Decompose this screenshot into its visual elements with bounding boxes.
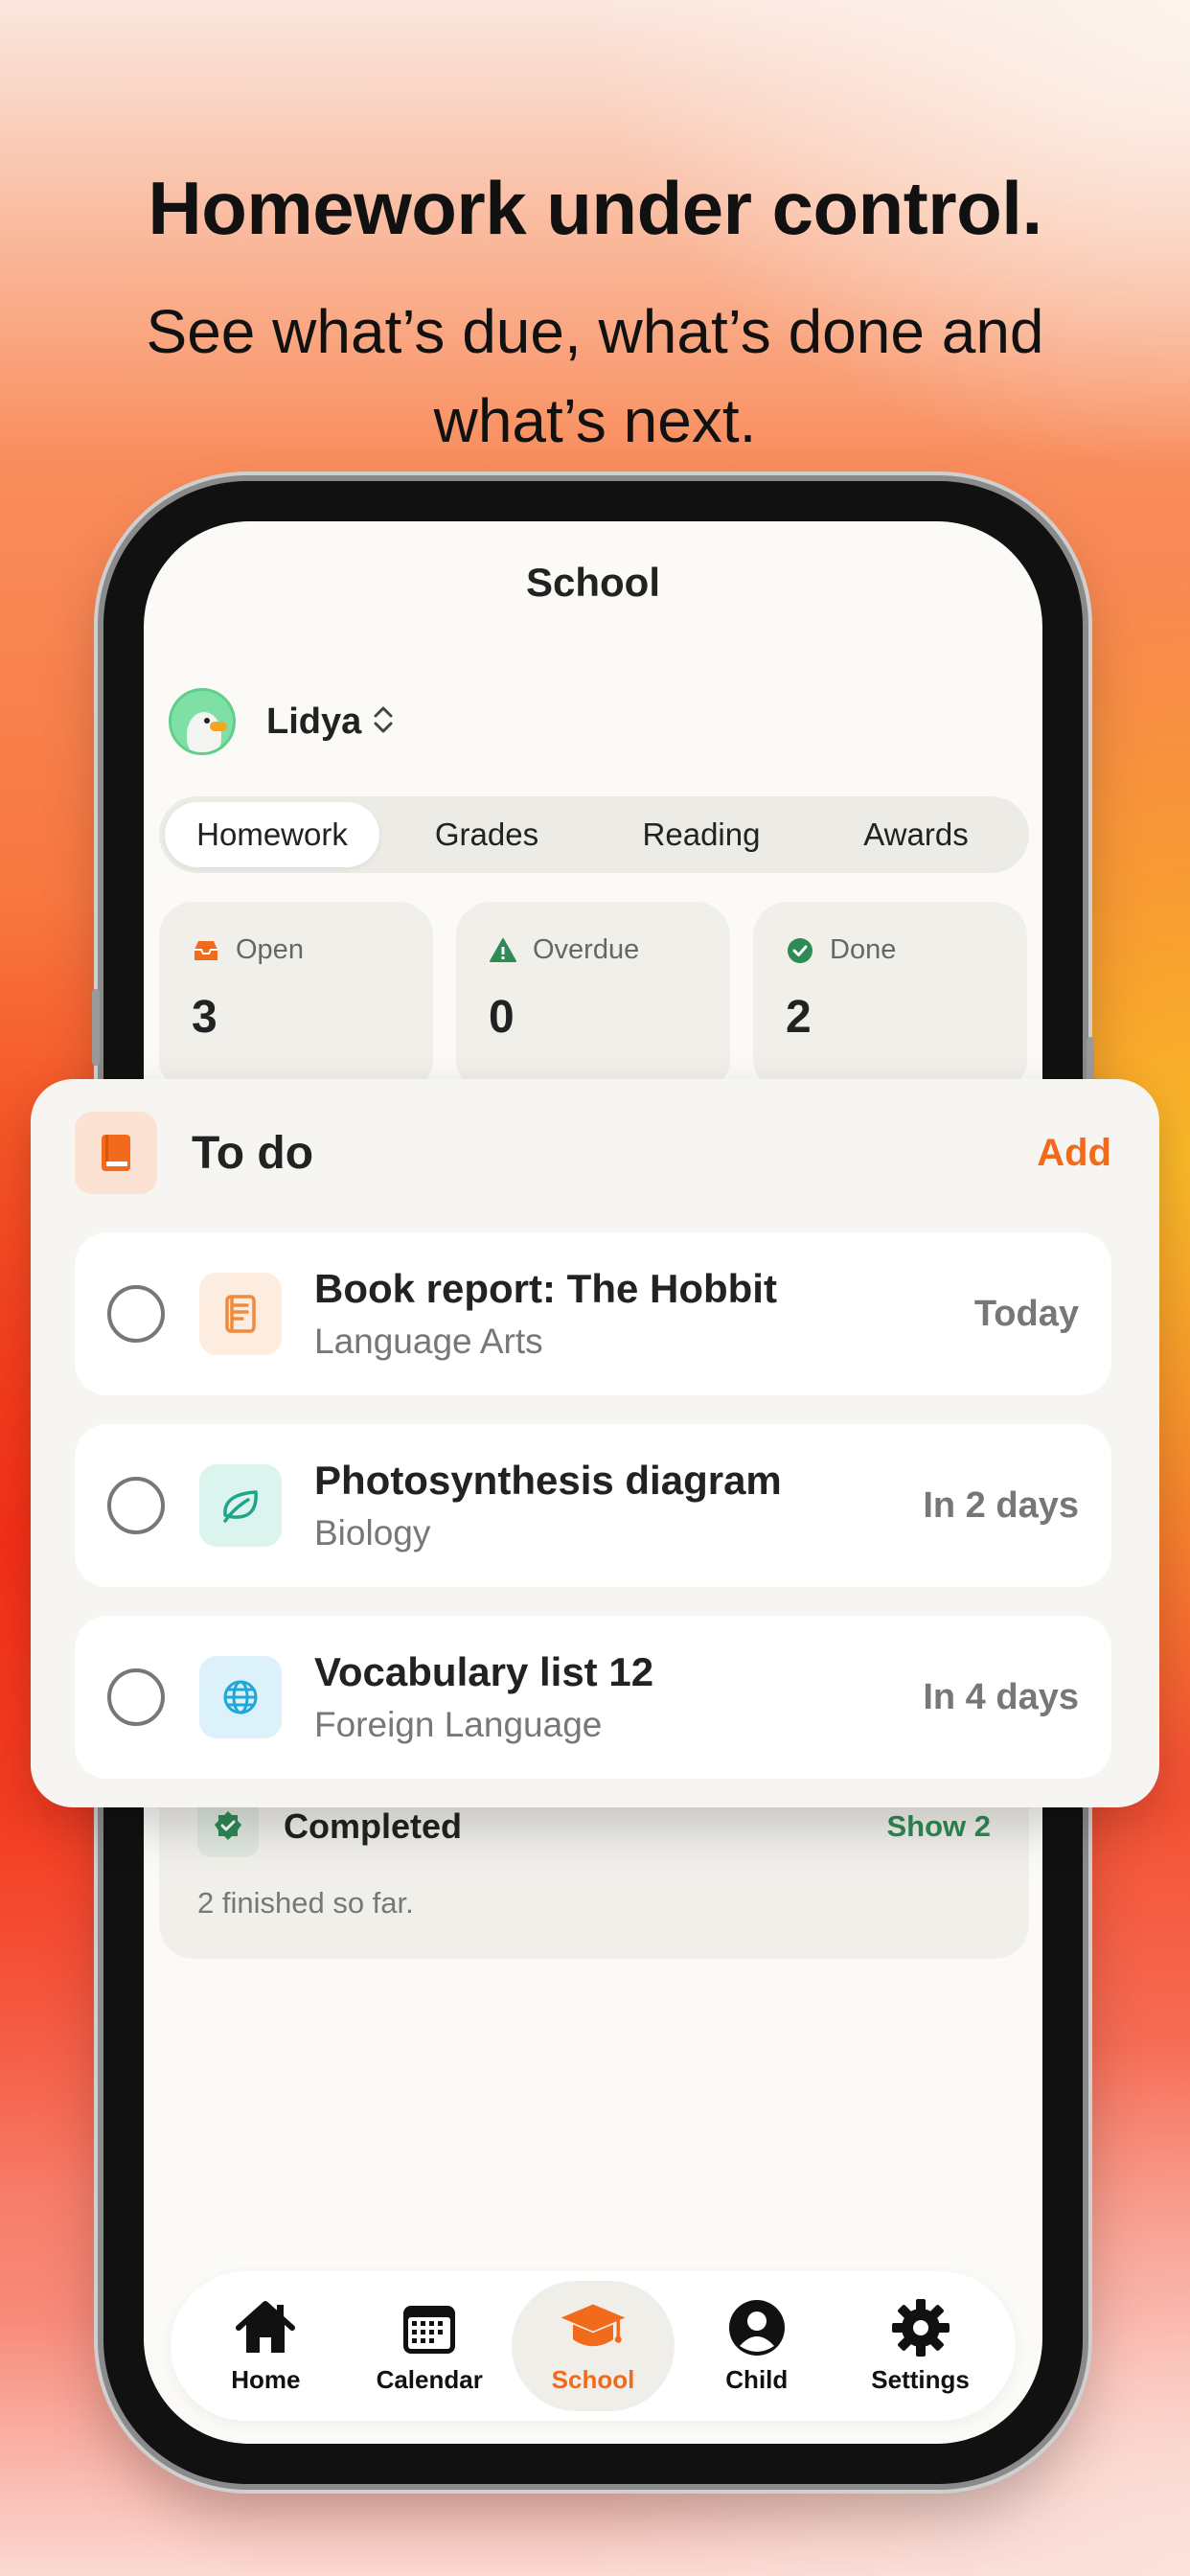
stat-value: 3 — [192, 992, 217, 1043]
stat-label: Done — [830, 934, 897, 965]
task-subject: Foreign Language — [314, 1705, 603, 1744]
tab-label: Home — [231, 2364, 301, 2394]
stat-value: 2 — [786, 992, 812, 1043]
marketing-subline: See what’s due, what’s done and what’s n… — [146, 297, 1044, 455]
tab-child[interactable]: Child — [675, 2281, 838, 2411]
stat-open[interactable]: Open 3 — [159, 902, 433, 1093]
todo-title: To do — [192, 1127, 314, 1179]
profile-switcher[interactable]: Lidya — [169, 688, 394, 755]
stat-overdue[interactable]: Overdue 0 — [456, 902, 730, 1093]
page-title: School — [525, 560, 660, 605]
phone-side-button — [92, 989, 100, 1066]
task-due: In 2 days — [923, 1484, 1079, 1526]
task-checkbox[interactable] — [107, 1285, 165, 1343]
tab-school[interactable]: School — [511, 2281, 675, 2411]
profile-name: Lidya — [266, 701, 362, 742]
calendar-icon — [396, 2298, 463, 2358]
graduation-cap-icon — [560, 2298, 627, 2358]
task-due: Today — [973, 1293, 1079, 1334]
segmented-control: Homework Grades Reading Awards — [159, 796, 1029, 873]
tab-home[interactable]: Home — [184, 2281, 348, 2411]
task-due: In 4 days — [923, 1676, 1079, 1717]
stat-label: Open — [236, 934, 304, 965]
task-subject: Biology — [314, 1513, 431, 1552]
stat-done[interactable]: Done 2 — [753, 902, 1027, 1093]
tab-settings[interactable]: Settings — [838, 2281, 1002, 2411]
task-row[interactable]: Photosynthesis diagram Biology In 2 days — [75, 1424, 1111, 1587]
completed-subtitle: 2 finished so far. — [197, 1886, 414, 1920]
avatar — [169, 688, 236, 755]
task-title: Book report: The Hobbit — [314, 1266, 777, 1311]
task-checkbox[interactable] — [107, 1477, 165, 1534]
person-icon — [723, 2298, 790, 2358]
book-report-icon — [199, 1273, 282, 1355]
task-title: Vocabulary list 12 — [314, 1649, 654, 1694]
tab-calendar[interactable]: Calendar — [348, 2281, 512, 2411]
globe-icon — [199, 1656, 282, 1738]
add-button[interactable]: Add — [1037, 1132, 1111, 1175]
tab-grades[interactable]: Grades — [379, 802, 594, 867]
tab-reading[interactable]: Reading — [594, 802, 809, 867]
completed-title: Completed — [284, 1806, 463, 1846]
task-row[interactable]: Book report: The Hobbit Language Arts To… — [75, 1232, 1111, 1395]
gear-icon — [887, 2298, 954, 2358]
home-icon — [232, 2298, 299, 2358]
inbox-icon — [195, 940, 217, 960]
check-circle-icon — [788, 937, 812, 963]
todo-card: To do Add Book report: The Hobbit Langua… — [31, 1079, 1159, 1807]
marketing-headline: Homework under control. — [148, 166, 1042, 250]
tab-label: Child — [725, 2364, 789, 2394]
tab-awards[interactable]: Awards — [809, 802, 1023, 867]
tab-bar: Home Calendar School Child Settings — [171, 2271, 1016, 2421]
show-completed-button[interactable]: Show 2 — [886, 1809, 991, 1844]
tab-homework[interactable]: Homework — [165, 802, 379, 867]
stat-label: Overdue — [533, 934, 640, 965]
tab-label: Settings — [871, 2364, 970, 2394]
task-title: Photosynthesis diagram — [314, 1458, 782, 1503]
tab-label: Calendar — [376, 2364, 483, 2394]
task-checkbox[interactable] — [107, 1668, 165, 1726]
task-subject: Language Arts — [314, 1322, 543, 1361]
book-icon — [75, 1112, 157, 1194]
task-row[interactable]: Vocabulary list 12 Foreign Language In 4… — [75, 1616, 1111, 1779]
tab-label: School — [551, 2364, 635, 2394]
stat-value: 0 — [489, 992, 515, 1043]
leaf-icon — [199, 1464, 282, 1547]
warning-icon — [490, 937, 516, 962]
chevron-up-down-icon — [373, 703, 394, 741]
